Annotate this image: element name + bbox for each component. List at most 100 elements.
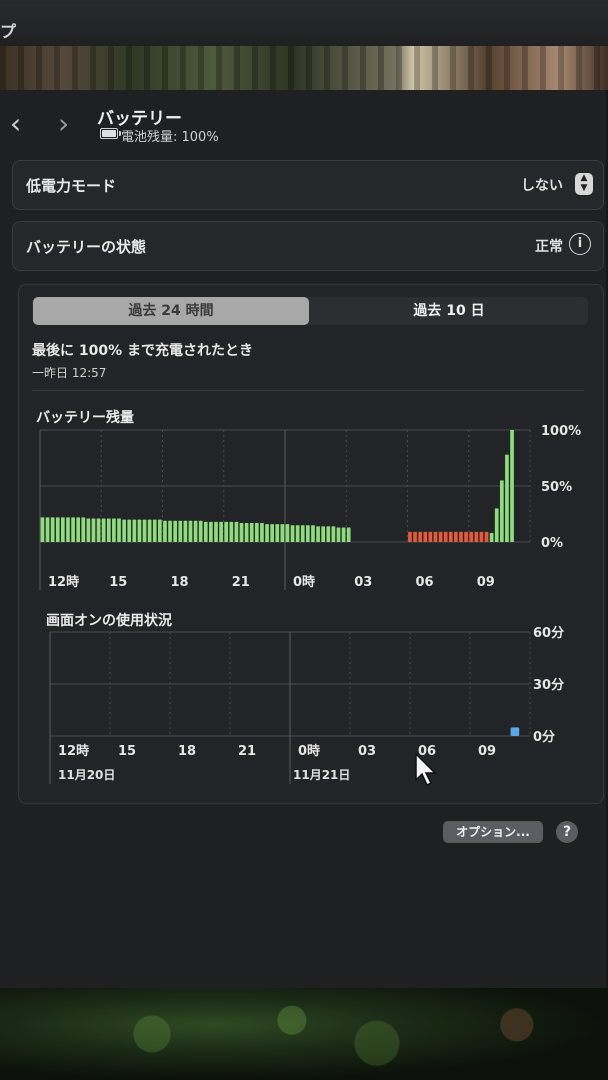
chart-bar	[117, 518, 121, 542]
x-tick-label: 0時	[298, 743, 320, 759]
x-tick-label: 15	[118, 744, 136, 759]
battery-level-text: 電池残量: 100%	[121, 130, 219, 145]
chart-bar	[510, 727, 520, 736]
info-icon[interactable]: i	[569, 233, 591, 255]
screen-usage-chart: 60分30分0分12時 15 18 21 0時 03 06 0911月20日 11月21日	[49, 625, 564, 784]
chart-bar	[433, 531, 438, 542]
x-tick-label: 0時	[293, 574, 315, 590]
chart-bar	[132, 519, 137, 542]
chart-bar	[285, 524, 290, 542]
chart-bar	[254, 522, 259, 542]
chart-bar	[50, 517, 55, 542]
divider	[32, 390, 584, 391]
chart-bar	[494, 508, 499, 542]
y-tick-label: 30分	[533, 677, 564, 693]
chevron-left-icon[interactable]: ‹	[10, 110, 21, 138]
mouse-cursor-icon	[415, 752, 437, 787]
chart-bar	[479, 531, 484, 542]
low-power-mode-row: 低電力モード しない ▲ ▼	[12, 160, 604, 210]
chart-bar	[214, 521, 218, 542]
low-power-mode-label: 低電力モード	[26, 177, 117, 195]
chart-bar	[249, 522, 254, 542]
chart-bar	[193, 520, 198, 542]
chart-bar	[127, 519, 132, 542]
chart-bar	[280, 524, 285, 542]
chart-bar	[418, 531, 423, 542]
y-tick-label: 0%	[541, 536, 563, 551]
y-tick-label: 60分	[533, 625, 564, 641]
chart-bar	[66, 517, 70, 542]
chart-bar	[265, 524, 269, 542]
x-tick-label: 09	[478, 744, 496, 759]
chart-bar	[505, 454, 509, 542]
chart-bar	[86, 518, 91, 542]
chart-bar	[244, 522, 249, 542]
x-tick-label: 06	[416, 575, 434, 590]
chart-bar	[239, 522, 244, 542]
chart-bar	[346, 527, 351, 542]
chart-bar	[234, 521, 239, 542]
chart-bar	[474, 531, 479, 542]
chart-bar	[316, 526, 320, 542]
chart-bar	[438, 531, 443, 542]
chart-bar	[61, 517, 65, 542]
options-button[interactable]: オプション...	[443, 821, 543, 843]
chart-bar	[448, 531, 453, 542]
last-charged-date: 一昨日 12:57	[32, 366, 107, 380]
chart-bar	[295, 525, 300, 542]
battery-health-value: 正常	[535, 239, 563, 255]
chart-bar	[311, 525, 315, 542]
chart-bar	[203, 521, 208, 542]
chart-bar	[489, 533, 494, 542]
chart-bar	[81, 517, 86, 542]
chart-bar	[331, 526, 336, 542]
chart-bar	[55, 517, 60, 542]
chevron-right-icon[interactable]: ›	[58, 110, 69, 138]
x-tick-label: 12時	[48, 574, 79, 590]
y-tick-label: 100%	[541, 424, 581, 439]
chart-bar	[183, 520, 188, 542]
chart-bar	[163, 520, 167, 542]
chart-bar	[152, 519, 157, 542]
y-tick-label: 50%	[541, 480, 572, 495]
chart-bar	[443, 531, 448, 542]
last-charged-label: 最後に 100% まで充電されたとき	[32, 343, 253, 359]
battery-health-label: バッテリーの状態	[26, 238, 147, 256]
chart-bar	[336, 527, 341, 542]
chart-bar	[147, 519, 152, 542]
chart-bar	[142, 519, 147, 542]
chart-bar	[510, 430, 514, 542]
window-titlebar: プ	[0, 0, 608, 46]
chart-bar	[275, 524, 280, 542]
x-tick-label: 03	[354, 575, 372, 590]
chart-bar	[300, 525, 305, 542]
chart-bar	[76, 517, 81, 542]
tab-last-24-hours[interactable]: 過去 24 時間	[33, 297, 309, 325]
chart-bar	[290, 525, 295, 542]
chart-bar	[260, 522, 264, 542]
chart-bar	[219, 521, 223, 542]
chart-bar	[270, 524, 274, 542]
chart-bar	[198, 520, 203, 542]
chart-bar	[454, 531, 458, 542]
low-power-mode-value[interactable]: しない	[521, 175, 563, 195]
time-range-segmented-control: 過去 24 時間 過去 10 日	[32, 297, 588, 325]
chart-bar	[428, 531, 433, 542]
chart-bar	[341, 527, 346, 542]
chart-bar	[469, 531, 474, 542]
chart-bar	[91, 518, 96, 542]
chart-bar	[499, 480, 504, 542]
chart-bar	[157, 519, 162, 542]
chart-bar	[106, 518, 111, 542]
tab-last-10-days[interactable]: 過去 10 日	[310, 297, 588, 325]
chart-bar	[40, 517, 45, 542]
chart-bar	[101, 518, 106, 542]
x-tick-label: 09	[477, 575, 495, 590]
chart-bar	[484, 531, 489, 542]
x-tick-label: 18	[171, 575, 189, 590]
chart-bar	[224, 521, 229, 542]
battery-icon	[100, 128, 121, 139]
help-button[interactable]: ?	[556, 821, 578, 843]
chart-bar	[96, 518, 101, 542]
chevron-updown-icon[interactable]: ▲ ▼	[575, 173, 593, 195]
